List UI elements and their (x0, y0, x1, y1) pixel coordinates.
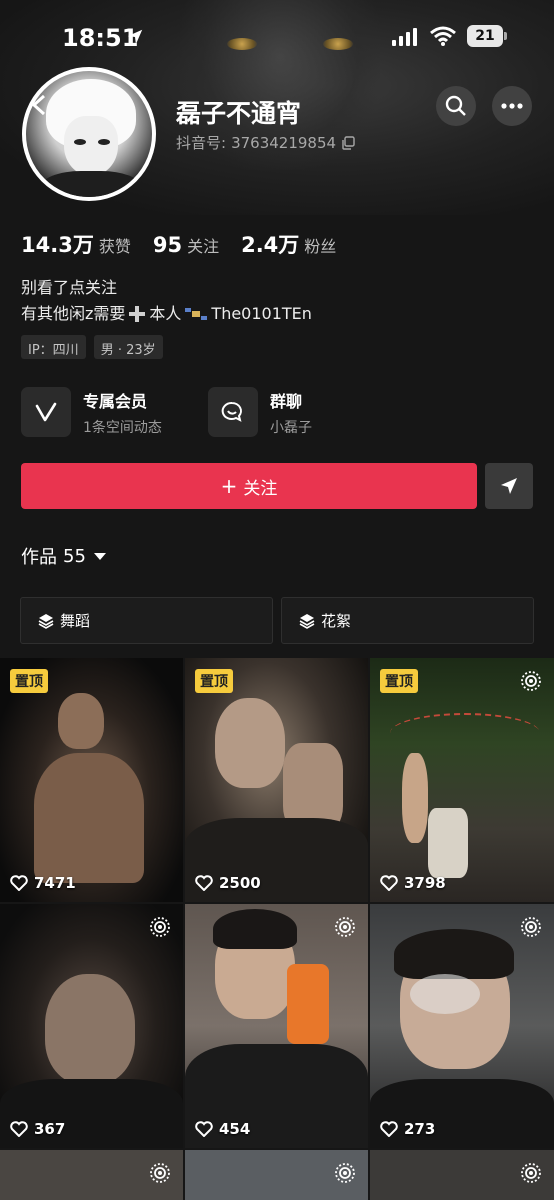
like-count: 273 (380, 1120, 435, 1138)
like-count: 454 (195, 1120, 250, 1138)
heart-icon (380, 1121, 398, 1137)
plus-icon: + (220, 474, 238, 498)
profile-bio: 别看了点关注 有其他闲z需要 本人 The0101TEn (21, 275, 312, 327)
profile-stats: 14.3万 获赞 95 关注 2.4万 粉丝 (21, 229, 358, 259)
satellite-icon (185, 308, 208, 320)
pinned-badge: 置顶 (10, 669, 48, 693)
copy-icon[interactable] (341, 135, 355, 150)
heart-icon (195, 875, 213, 891)
heart-icon (10, 1121, 28, 1137)
live-photo-icon (335, 1163, 355, 1183)
collection-highlights[interactable]: 花絮 (281, 597, 534, 644)
send-message-button[interactable] (485, 463, 533, 509)
follow-button[interactable]: + 关注 (21, 463, 477, 509)
profile-name: 磊子不通宵 (176, 99, 302, 128)
collection-dance[interactable]: 舞蹈 (20, 597, 273, 644)
video-grid: 置顶 7471 置顶 2500 置顶 3798 367 454 273 (0, 658, 554, 1148)
douyin-id-value: 37634219854 (231, 133, 337, 152)
video-grid-partial-row (0, 1150, 554, 1200)
bio-line-2: 有其他闲z需要 本人 The0101TEn (21, 304, 312, 323)
group-chat-icon (221, 401, 242, 422)
wifi-icon (430, 26, 456, 46)
like-count: 2500 (195, 874, 261, 892)
stat-followers[interactable]: 2.4万 粉丝 (241, 229, 336, 259)
live-photo-icon (335, 917, 355, 937)
battery-indicator: 21 (467, 25, 507, 47)
caret-down-icon (93, 552, 106, 560)
heart-icon (195, 1121, 213, 1137)
stat-following[interactable]: 95 关注 (153, 233, 219, 257)
live-photo-icon (521, 671, 541, 691)
douyin-id-label: 抖音号: (176, 134, 227, 152)
douyin-id: 抖音号: 37634219854 (176, 132, 355, 153)
layers-icon (299, 613, 315, 629)
vip-v-icon (35, 402, 57, 422)
back-chevron-icon[interactable] (30, 94, 48, 116)
like-count: 367 (10, 1120, 65, 1138)
plus-icon (129, 306, 146, 322)
video-tile[interactable]: 置顶 2500 (185, 658, 368, 902)
video-tile[interactable]: 454 (185, 904, 368, 1148)
pinned-badge: 置顶 (380, 669, 418, 693)
layers-icon (38, 613, 54, 629)
gender-age-tag: 男 · 23岁 (93, 335, 163, 359)
live-photo-icon (521, 1163, 541, 1183)
group-chat-card[interactable]: 群聊 小磊子 (208, 386, 312, 438)
exclusive-membership-card[interactable]: 专属会员 1条空间动态 (21, 386, 162, 438)
pinned-badge: 置顶 (195, 669, 233, 693)
more-options-button[interactable] (492, 86, 532, 126)
cellular-signal-icon (392, 28, 417, 46)
bio-line-1: 别看了点关注 (21, 278, 118, 297)
video-tile[interactable]: 367 (0, 904, 183, 1148)
video-tile[interactable]: 置顶 3798 (370, 658, 554, 902)
live-photo-icon (150, 1163, 170, 1183)
more-dots-icon (501, 103, 523, 109)
heart-icon (10, 875, 28, 891)
avatar[interactable] (22, 67, 156, 201)
video-tile[interactable] (0, 1150, 183, 1200)
collections: 舞蹈 花絮 (20, 597, 534, 644)
live-photo-icon (521, 917, 541, 937)
location-arrow-icon (127, 29, 143, 45)
heart-icon (380, 875, 398, 891)
like-count: 7471 (10, 874, 76, 892)
video-tile[interactable]: 置顶 7471 (0, 658, 183, 902)
profile-tags: IP：四川 男 · 23岁 (21, 335, 163, 359)
video-tile[interactable] (370, 1150, 554, 1200)
live-photo-icon (150, 917, 170, 937)
send-arrow-icon (501, 478, 517, 494)
ip-location-tag: IP：四川 (21, 335, 86, 359)
video-tile[interactable]: 273 (370, 904, 554, 1148)
search-icon (445, 95, 466, 116)
works-tab[interactable]: 作品 55 (21, 543, 106, 569)
status-bar: 18:51 21 (0, 0, 554, 75)
video-tile[interactable] (185, 1150, 368, 1200)
stat-likes[interactable]: 14.3万 获赞 (21, 229, 131, 259)
like-count: 3798 (380, 874, 446, 892)
search-button[interactable] (436, 86, 476, 126)
